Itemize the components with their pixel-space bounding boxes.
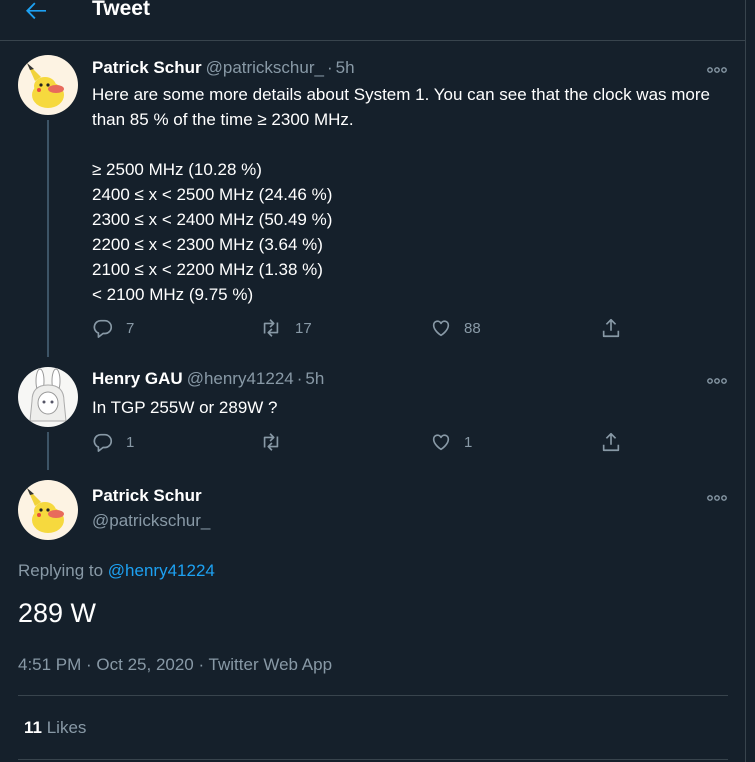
share-button[interactable] [600, 431, 622, 453]
display-name[interactable]: Henry GAU [92, 369, 183, 388]
reply-count: 1 [126, 433, 135, 451]
tweet-metadata[interactable]: 4:51 PM · Oct 25, 2020 · Twitter Web App [18, 655, 332, 675]
divider [18, 695, 728, 696]
more-options-button[interactable] [706, 62, 728, 74]
replying-to-line: Replying to @henry41224 [18, 561, 215, 581]
username[interactable]: @patrickschur_ [92, 511, 210, 531]
likes-count-link[interactable]: 11 Likes [24, 718, 86, 738]
divider [18, 759, 728, 760]
avatar[interactable] [18, 480, 78, 540]
column-border [745, 0, 746, 762]
display-name[interactable]: Patrick Schur [92, 486, 202, 506]
like-button[interactable]: 88 [430, 317, 481, 339]
heart-icon [432, 434, 450, 451]
reply-button[interactable]: 1 [92, 431, 134, 453]
reply-count: 7 [126, 319, 135, 337]
avatar[interactable] [18, 367, 78, 427]
retweet-icon [263, 433, 279, 451]
more-options-button[interactable] [706, 490, 728, 502]
reply-button[interactable]: 7 [92, 317, 134, 339]
more-horizontal-icon [707, 67, 727, 73]
tweet-header: Henry GAU @henry41224 · 5h [92, 369, 324, 389]
share-button[interactable] [600, 317, 622, 339]
like-button[interactable]: 1 [430, 431, 472, 453]
page-title: Tweet [92, 0, 150, 20]
arrow-left-icon [26, 2, 46, 20]
like-count: 1 [464, 433, 473, 451]
back-button[interactable] [24, 0, 50, 22]
retweet-count: 17 [295, 319, 312, 337]
pikachu-avatar-icon [18, 55, 78, 115]
timestamp[interactable]: 5h [336, 58, 355, 77]
pikachu-avatar-icon [18, 480, 78, 540]
like-count: 88 [464, 319, 481, 337]
tweet-text: In TGP 255W or 289W ? [92, 398, 278, 417]
tweet-text: 289 W [18, 598, 97, 628]
display-name[interactable]: Patrick Schur [92, 58, 202, 77]
heart-icon [432, 320, 450, 337]
share-icon [602, 318, 620, 338]
more-options-button[interactable] [706, 373, 728, 385]
more-horizontal-icon [707, 378, 727, 384]
replying-prefix: Replying to [18, 561, 104, 580]
username[interactable]: @patrickschur_ [206, 58, 324, 77]
separator: · [296, 369, 303, 388]
more-horizontal-icon [707, 495, 727, 501]
thread-line [47, 432, 49, 470]
retweet-icon [263, 319, 279, 337]
avatar[interactable] [18, 55, 78, 115]
username[interactable]: @henry41224 [187, 369, 294, 388]
tweet-header: Patrick Schur @patrickschur_ · 5h [92, 58, 355, 78]
likes-label: Likes [46, 718, 87, 737]
bunny-girl-avatar-icon [18, 367, 78, 427]
header-bar: Tweet [0, 0, 745, 41]
thread-line [47, 120, 49, 357]
tweet-text: Here are some more details about System … [92, 85, 710, 304]
reply-icon [93, 319, 113, 338]
share-icon [602, 432, 620, 452]
reply-icon [93, 433, 113, 452]
replying-to-link[interactable]: @henry41224 [108, 561, 215, 580]
retweet-button[interactable] [259, 431, 295, 453]
timestamp[interactable]: 5h [305, 369, 324, 388]
retweet-button[interactable]: 17 [259, 317, 312, 339]
separator: · [326, 58, 333, 77]
likes-number: 11 [24, 718, 42, 737]
